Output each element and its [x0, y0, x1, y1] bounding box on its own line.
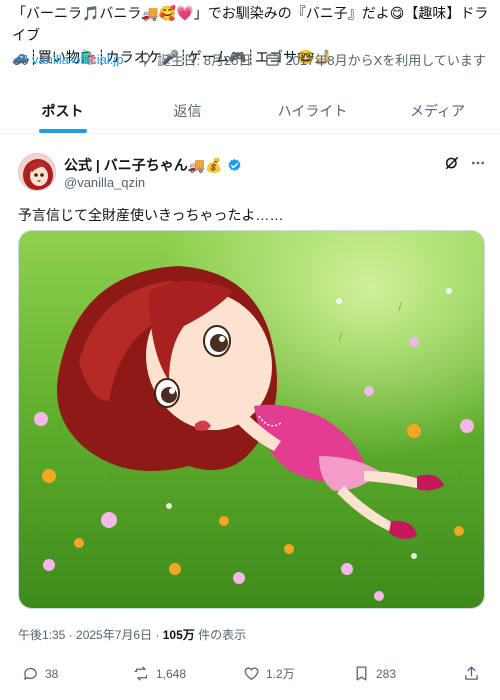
tab-replies[interactable]: 返信: [125, 88, 250, 133]
link-icon: [14, 54, 25, 65]
repost-count: 1,648: [156, 666, 187, 681]
balloon-icon: [140, 52, 150, 67]
tab-posts-label: ポスト: [41, 102, 84, 119]
repost-button[interactable]: 1,648: [133, 665, 186, 682]
bookmark-button[interactable]: 283: [353, 665, 396, 682]
tab-media[interactable]: メディア: [375, 88, 500, 133]
post-image[interactable]: [18, 230, 485, 609]
share-button[interactable]: [463, 665, 480, 682]
bookmark-count: 283: [376, 666, 397, 681]
like-count: 1.2万: [266, 667, 295, 681]
share-icon: [465, 666, 478, 680]
birthday-item: 誕生日: 8月25日: [138, 50, 252, 69]
view-label: 件の表示: [194, 628, 247, 642]
post-time[interactable]: 午後1:35 · 2025年7月6日 ·: [18, 628, 163, 642]
like-button[interactable]: 1.2万: [243, 665, 295, 682]
post-timestamp[interactable]: 午後1:35 · 2025年7月6日 · 105万 件の表示: [18, 626, 246, 643]
active-tab-indicator: [38, 129, 87, 133]
profile-meta: vanilla-official.jp 誕生日: 8月25日 2017年8月から…: [12, 50, 492, 69]
author-handle[interactable]: @vanilla_qzin: [64, 175, 145, 190]
reply-count: 38: [45, 666, 59, 681]
website-link[interactable]: vanilla-official.jp: [32, 52, 124, 67]
bookmark-icon: [356, 666, 367, 681]
calendar-icon: [266, 53, 280, 66]
avatar-image: [19, 154, 55, 190]
verified-badge-icon: [228, 158, 240, 171]
view-count: 105万: [162, 628, 195, 642]
tab-media-label: メディア: [409, 102, 466, 119]
tab-posts[interactable]: ポスト: [0, 88, 125, 133]
bio-line-1: 「バーニラ🎵バニラ🚚🥰💗」でお馴染みの『バニ子』だよ😋【趣味】ドライブ: [12, 5, 489, 43]
joined-text: 2017年8月からXを利用しています: [285, 53, 486, 68]
tab-replies-label: 返信: [173, 102, 202, 119]
author-name[interactable]: 公式 | バニ子ちゃん🚚💰: [64, 155, 223, 175]
repost-icon: [134, 666, 148, 681]
website-item[interactable]: vanilla-official.jp: [12, 52, 124, 67]
avatar[interactable]: [18, 153, 56, 191]
grok-icon[interactable]: [444, 155, 460, 171]
tab-highlights[interactable]: ハイライト: [250, 88, 375, 133]
birthday-text: 誕生日: 8月25日: [157, 53, 252, 68]
author-name-row[interactable]: 公式 | バニ子ちゃん🚚💰: [64, 155, 242, 175]
tab-highlights-label: ハイライト: [277, 102, 348, 119]
profile-tabs: ポスト 返信 ハイライト メディア: [0, 88, 500, 134]
joined-item: 2017年8月からXを利用しています: [265, 50, 486, 69]
post-image-illustration: [19, 231, 484, 608]
heart-icon: [244, 667, 259, 680]
reply-button[interactable]: 38: [22, 665, 58, 682]
reply-icon: [24, 667, 37, 680]
post-text: 予言信じて全財産使いきっちゃったよ……: [18, 207, 284, 223]
more-icon[interactable]: [470, 155, 486, 171]
